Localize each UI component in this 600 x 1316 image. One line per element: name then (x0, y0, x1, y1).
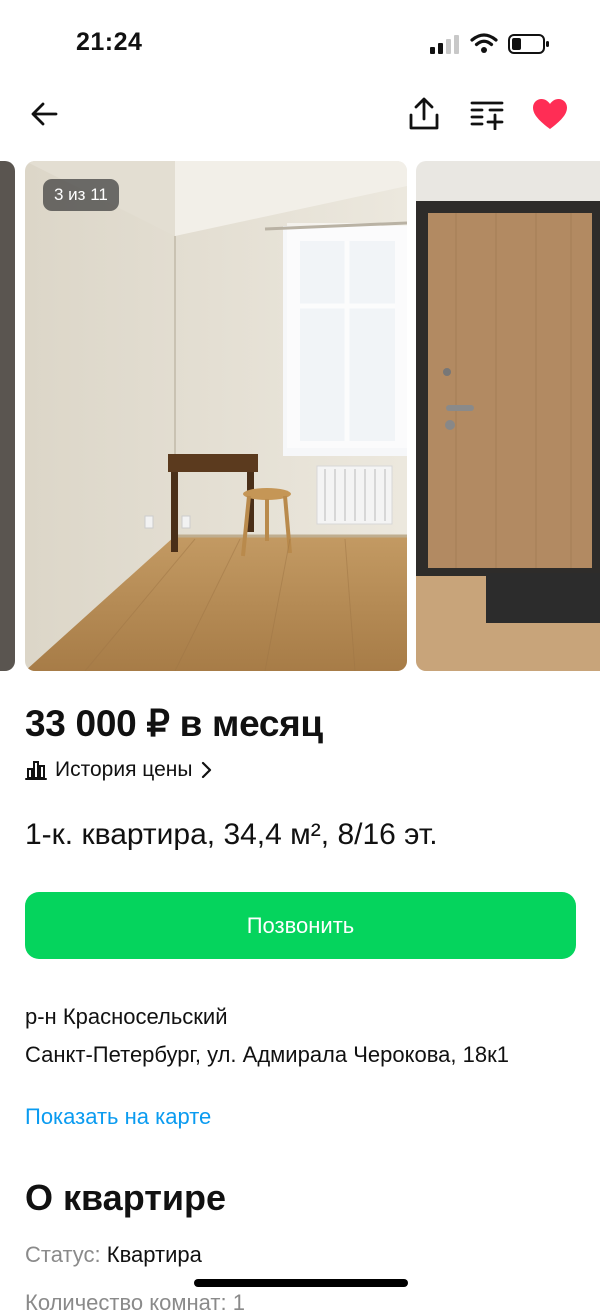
share-button[interactable] (402, 92, 446, 136)
price-history-link[interactable]: История цены (25, 758, 212, 782)
favorite-button[interactable] (528, 92, 572, 136)
address: Санкт-Петербург, ул. Адмирала Черокова, … (25, 1042, 509, 1067)
rooms-row-partial: Количество комнат: 1 (25, 1290, 245, 1315)
about-section-title: О квартире (25, 1177, 226, 1218)
wifi-icon (470, 33, 498, 53)
heart-icon (533, 99, 567, 129)
show-on-map-link[interactable]: Показать на карте (25, 1104, 211, 1130)
call-button[interactable]: Позвонить (25, 892, 576, 959)
bar-chart-icon (25, 761, 47, 780)
gallery-photo-next[interactable] (416, 161, 600, 671)
chevron-right-icon (202, 761, 212, 779)
compare-icon (470, 101, 504, 130)
call-button-label: Позвонить (246, 912, 355, 938)
share-icon (409, 97, 439, 130)
listing-price: 33 000 ₽ в месяц (25, 703, 323, 744)
listing-title: 1-к. квартира, 34,4 м², 8/16 эт. (25, 818, 438, 851)
arrow-left-icon (31, 102, 58, 126)
status-label: Статус: (25, 1242, 101, 1267)
home-indicator[interactable] (194, 1279, 408, 1287)
door-photo-image (416, 161, 600, 671)
status-value: Квартира (106, 1242, 202, 1267)
battery-icon (508, 34, 549, 54)
status-time: 21:24 (76, 28, 143, 56)
district: р-н Красносельский (25, 1004, 228, 1029)
gallery-photo-previous[interactable] (0, 161, 15, 671)
back-button[interactable] (22, 92, 66, 136)
status-row: Статус: Квартира (25, 1242, 202, 1268)
price-history-label: История цены (55, 758, 193, 781)
cellular-signal-icon (430, 35, 459, 54)
room-photo-image (25, 161, 407, 671)
photo-counter: 3 из 11 (43, 179, 119, 211)
gallery-photo-current[interactable]: 3 из 11 (25, 161, 407, 671)
compare-button[interactable] (465, 92, 509, 136)
